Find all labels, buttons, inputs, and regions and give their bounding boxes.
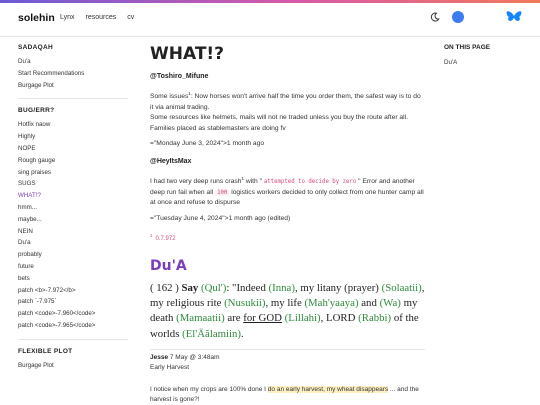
post-author[interactable]: @HeyItsMax — [150, 158, 425, 165]
post-author[interactable]: @Toshiro_Mifune — [150, 73, 425, 80]
inline-code: attempted to decide by zero — [263, 179, 357, 186]
footnote: 10.7.972 — [150, 232, 176, 242]
top-navbar: solehin Lynx resources cv — [0, 3, 540, 35]
verse-text: ( 162 ) Say (Qul'): "Indeed (Inna), my l… — [150, 281, 425, 340]
sidebar-item-burgage-plot-2[interactable]: Burgage Plot — [18, 360, 128, 372]
comment-date: 7 May @ 3:48am — [169, 353, 220, 361]
sidebar-item-patch-7975[interactable]: patch `-7.975` — [18, 296, 128, 308]
left-sidebar: SADAQAH Du'a Start Recommendations Burga… — [18, 44, 128, 372]
comment-body: I notice when my crops are 100% done I d… — [150, 385, 419, 404]
post-body: I had two very deep runs crash1 with " a… — [150, 176, 424, 207]
post-timestamp: ="Monday June 3, 2024">1 month ago — [150, 140, 265, 148]
nav-links: Lynx resources cv — [60, 14, 134, 21]
navbar-divider — [0, 36, 540, 37]
sidebar-item-future[interactable]: future — [18, 261, 128, 273]
toc-title: ON THIS PAGE — [444, 44, 491, 51]
post-timestamp: ="Tuesday June 4, 2024">1 month ago (edi… — [150, 214, 291, 222]
nav-link-lynx[interactable]: Lynx — [60, 14, 75, 21]
sidebar-divider — [18, 338, 128, 340]
page-title: WHAT!? — [150, 44, 225, 64]
table-of-contents: ON THIS PAGE Du'A — [444, 44, 534, 66]
sidebar-item-dua[interactable]: Du'a — [18, 56, 128, 68]
sidebar-item-patch-7965[interactable]: patch <code>-7.965</code> — [18, 320, 128, 332]
comment-header: Jesse 7 May @ 3:48am — [150, 354, 425, 361]
sidebar-item-start-recommendations[interactable]: Start Recommendations — [18, 68, 128, 80]
sidebar-section-title: FLEXIBLE PLOT — [18, 347, 73, 355]
sidebar-item-probably[interactable]: probably — [18, 249, 128, 261]
sidebar-divider — [18, 98, 128, 100]
moon-icon[interactable] — [430, 12, 440, 22]
main-content: WHAT!? @Toshiro_Mifune Some issues1: Now… — [150, 44, 425, 405]
sidebar-item-patch-7960[interactable]: patch <code>-7.960</code> — [18, 308, 128, 320]
sidebar-item-bets[interactable]: bets — [18, 273, 128, 285]
divider — [150, 348, 425, 350]
theme-toggle[interactable] — [452, 11, 464, 23]
butterfly-icon[interactable] — [506, 10, 522, 24]
post-body: Some issues1: Now horses won't arrive ha… — [150, 91, 421, 132]
sidebar-section-title: SADAQAH — [18, 44, 53, 51]
comment-author[interactable]: Jesse — [150, 354, 168, 361]
nav-link-cv[interactable]: cv — [127, 14, 134, 21]
section-heading-dua: Du'A — [150, 257, 187, 274]
sidebar-item-dua-2[interactable]: Du'a — [18, 237, 128, 249]
sidebar-section-title: BUG/ERR? — [18, 107, 55, 115]
toc-item-dua[interactable]: Du'A — [444, 59, 534, 66]
sidebar-item-what[interactable]: WHAT!? — [18, 190, 128, 202]
sidebar-item-burgage-plot[interactable]: Burgage Plot — [18, 80, 128, 92]
sidebar-item-hmm[interactable]: hmm... — [18, 202, 128, 214]
sidebar-item-sugs[interactable]: SUGS — [18, 178, 128, 190]
comment-subtitle: Early Harvest — [150, 363, 190, 371]
inline-code: 100 — [215, 189, 230, 196]
highlighted-text: do an early harvest, my wheat disappears — [267, 385, 389, 393]
sidebar-item-highly[interactable]: Highly — [18, 131, 128, 143]
sidebar-item-hotfix[interactable]: Hotfix naow — [18, 119, 128, 131]
sidebar-item-patch-7972[interactable]: patch <b>-7.972</b> — [18, 285, 128, 297]
sidebar-item-nein[interactable]: NEIN — [18, 226, 128, 238]
site-logo[interactable]: solehin — [18, 12, 55, 24]
nav-link-resources[interactable]: resources — [86, 14, 117, 21]
sidebar-item-rough-gauge[interactable]: Rough gauge — [18, 155, 128, 167]
sidebar-item-nope[interactable]: NOPE — [18, 143, 128, 155]
sidebar-item-sing-praises[interactable]: sing praises — [18, 167, 128, 179]
sidebar-item-maybe[interactable]: maybe... — [18, 214, 128, 226]
